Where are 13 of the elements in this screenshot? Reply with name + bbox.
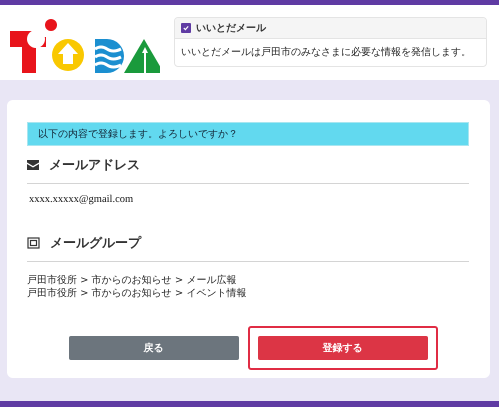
confirm-alert: 以下の内容で登録します。よろしいですか？ <box>27 122 469 146</box>
group-path: 戸田市役所 > 市からのお知らせ > イベント情報 <box>27 287 248 300</box>
checkbox[interactable] <box>181 23 191 33</box>
envelope-icon <box>27 160 39 170</box>
email-address: xxxx.xxxxx@gmail.com <box>29 194 134 205</box>
group-icon <box>27 237 40 249</box>
section-heading: メールアドレス <box>49 157 140 174</box>
group-path: 戸田市役所 > 市からのお知らせ > メール広報 <box>27 274 238 287</box>
register-button[interactable]: 登録する <box>258 336 428 360</box>
panel-text: いいとだメールは戸田市のみなさまに必要な情報を発信します。 <box>180 46 472 60</box>
panel-title: いいとだメール <box>196 22 266 35</box>
section-heading: メールグループ <box>50 234 141 252</box>
back-button[interactable]: 戻る <box>68 336 238 360</box>
